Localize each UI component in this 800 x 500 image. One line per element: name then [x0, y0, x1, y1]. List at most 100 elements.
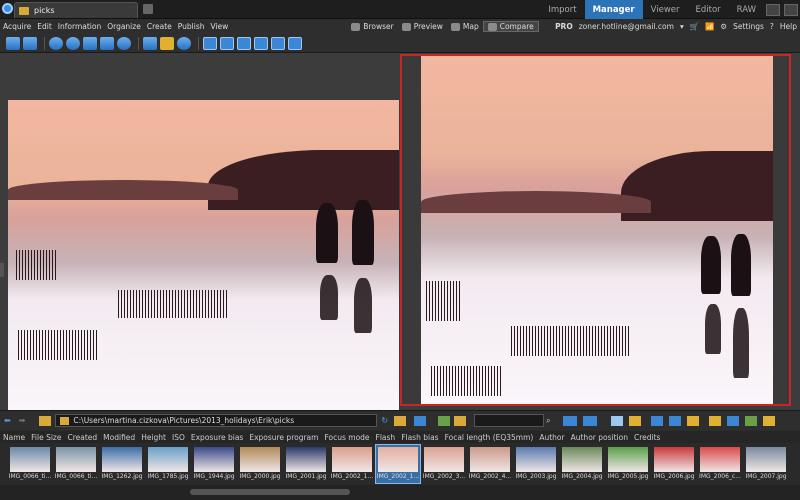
preview-button[interactable]: Preview	[398, 22, 447, 31]
scrollbar-thumb[interactable]	[190, 489, 350, 495]
account-email[interactable]: zoner.hotline@gmail.com	[576, 22, 677, 31]
view-mode-icon[interactable]	[582, 415, 597, 426]
panel-collapse-handle[interactable]	[0, 263, 4, 277]
chevron-down-icon[interactable]: ▾	[677, 22, 687, 31]
forward-arrow-icon[interactable]: ➡	[19, 416, 26, 425]
column-modified[interactable]: Modified	[100, 433, 138, 442]
back-arrow-icon[interactable]	[6, 36, 20, 50]
menu-edit[interactable]: Edit	[34, 22, 55, 31]
thumbnail-item[interactable]: IMG_0066_ti...	[8, 445, 52, 483]
column-exposure-program[interactable]: Exposure program	[246, 433, 321, 442]
share-icon[interactable]	[726, 415, 739, 426]
zoom-in-icon[interactable]	[49, 36, 63, 50]
thumbnail-item[interactable]: IMG_2004.jpg	[560, 445, 604, 483]
thumbnail-item[interactable]: IMG_2003.jpg	[514, 445, 558, 483]
layout-vertical-icon[interactable]	[237, 36, 251, 50]
mode-raw[interactable]: RAW	[729, 0, 764, 19]
gear-icon[interactable]: ⚙	[717, 22, 730, 31]
search-input[interactable]	[474, 414, 545, 427]
column-created[interactable]: Created	[64, 433, 100, 442]
column-focus-mode[interactable]: Focus mode	[321, 433, 372, 442]
layout-single-icon[interactable]	[203, 36, 217, 50]
zoom-out-icon[interactable]	[66, 36, 80, 50]
mode-import[interactable]: Import	[540, 0, 584, 19]
thumbnail-item[interactable]: IMG_2007.jpg	[744, 445, 788, 483]
compare-image-right[interactable]	[421, 56, 773, 404]
browser-button[interactable]: Browser	[347, 22, 397, 31]
menu-information[interactable]: Information	[55, 22, 104, 31]
app-logo-icon[interactable]	[2, 3, 13, 14]
folder-tab[interactable]: picks	[14, 2, 138, 18]
map-button[interactable]: Map	[447, 22, 483, 31]
thumbnail-item[interactable]: IMG_2001.jpg	[284, 445, 328, 483]
thumbnail-item[interactable]: IMG_2002_1...	[375, 444, 421, 484]
copy-icon[interactable]	[650, 415, 663, 426]
thumbnail-item[interactable]: IMG_2005.jpg	[606, 445, 650, 483]
email-icon[interactable]	[628, 415, 641, 426]
thumbnail-size-icon[interactable]	[562, 415, 577, 426]
star-icon[interactable]	[160, 36, 174, 50]
new-tab-icon[interactable]	[143, 4, 153, 14]
archive-icon[interactable]	[686, 415, 699, 426]
help-icon[interactable]: ?	[767, 22, 777, 31]
back-arrow-icon[interactable]: ⬅	[4, 416, 11, 425]
horizontal-scrollbar[interactable]	[0, 485, 800, 500]
column-credits[interactable]: Credits	[631, 433, 663, 442]
thumbnail-item[interactable]: IMG_1785.jpg	[146, 445, 190, 483]
info-icon[interactable]	[177, 36, 191, 50]
publish-icon[interactable]	[744, 415, 757, 426]
thumbnail-item[interactable]: IMG_2000.jpg	[238, 445, 282, 483]
sort-icon[interactable]	[414, 415, 427, 426]
layout-three-rows-icon[interactable]	[254, 36, 268, 50]
help-link[interactable]: Help	[777, 22, 800, 31]
column-focal-length[interactable]: Focal length (EQ35mm)	[442, 433, 537, 442]
export-icon[interactable]	[762, 415, 775, 426]
column-height[interactable]: Height	[138, 433, 169, 442]
filter-icon[interactable]	[438, 415, 451, 426]
window-layout-icon[interactable]	[784, 3, 798, 16]
layout-three-cols-icon[interactable]	[271, 36, 285, 50]
column-exposure-bias[interactable]: Exposure bias	[188, 433, 246, 442]
column-flash-bias[interactable]: Flash bias	[398, 433, 441, 442]
layout-horizontal-icon[interactable]	[220, 36, 234, 50]
actual-size-icon[interactable]	[83, 36, 97, 50]
menu-view[interactable]: View	[207, 22, 231, 31]
path-field[interactable]: C:\Users\martina.cizkova\Pictures\2013_h…	[55, 414, 378, 427]
thumbnail-item[interactable]: IMG_0066_ti...	[54, 445, 98, 483]
thumbnail-item[interactable]: IMG_1944.jpg	[192, 445, 236, 483]
notifications-icon[interactable]: 📶	[702, 22, 717, 31]
column-flash[interactable]: Flash	[373, 433, 399, 442]
mode-viewer[interactable]: Viewer	[643, 0, 688, 19]
mode-manager[interactable]: Manager	[584, 0, 643, 19]
search-icon[interactable]: ⌕	[546, 416, 550, 426]
zoom-tool-icon[interactable]	[117, 36, 131, 50]
folder-view-icon[interactable]	[454, 415, 467, 426]
forward-arrow-icon[interactable]	[23, 36, 37, 50]
refresh-icon[interactable]: ↻	[381, 416, 388, 425]
thumbnail-item[interactable]: IMG_2006_c...	[698, 445, 742, 483]
thumbnail-item[interactable]: IMG_2002_4...	[468, 445, 512, 483]
edit-icon[interactable]	[708, 415, 721, 426]
layout-grid-icon[interactable]	[288, 36, 302, 50]
window-menu-icon[interactable]	[766, 3, 780, 16]
thumbnail-item[interactable]: IMG_2002_1...	[330, 445, 374, 483]
new-folder-icon[interactable]	[394, 415, 407, 426]
menu-publish[interactable]: Publish	[175, 22, 208, 31]
compare-pane-right-selected[interactable]	[400, 54, 791, 406]
thumbnail-item[interactable]: IMG_2006.jpg	[652, 445, 696, 483]
menu-organize[interactable]: Organize	[104, 22, 144, 31]
mode-editor[interactable]: Editor	[688, 0, 729, 19]
column-author-position[interactable]: Author position	[568, 433, 631, 442]
compare-button[interactable]: Compare	[482, 21, 539, 32]
column-file-size[interactable]: File Size	[28, 433, 64, 442]
move-icon[interactable]	[668, 415, 681, 426]
menu-create[interactable]: Create	[144, 22, 175, 31]
menu-acquire[interactable]: Acquire	[0, 22, 34, 31]
column-name[interactable]: Name	[0, 433, 28, 442]
column-iso[interactable]: ISO	[169, 433, 188, 442]
fit-to-window-icon[interactable]	[100, 36, 114, 50]
print-icon[interactable]	[610, 415, 623, 426]
column-author[interactable]: Author	[536, 433, 567, 442]
cart-icon[interactable]: 🛒	[687, 22, 702, 31]
thumbnail-item[interactable]: IMG_2002_3...	[422, 445, 466, 483]
